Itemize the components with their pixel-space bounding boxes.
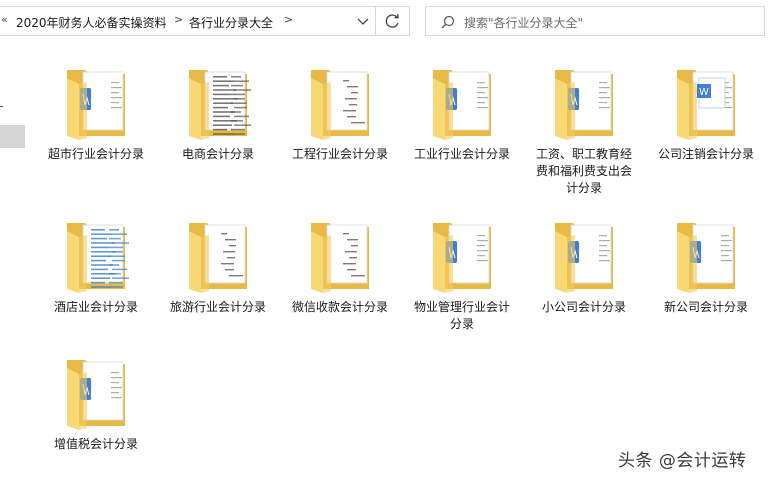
folder-label: 工程行业会计分录 [291,147,388,161]
folder-item[interactable]: 超市行业会计分录 [44,60,148,163]
folder-label: 旅游行业会计分录 [169,300,266,314]
nav-expand-marker [0,106,3,107]
folder-item[interactable]: 微信收款会计分录 [288,213,392,316]
folder-icon [425,60,499,144]
folder-icon [547,213,621,297]
folder-item[interactable]: 电商会计分录 [166,60,270,163]
folder-icon [59,60,133,144]
folder-label: 小公司会计分录 [541,300,626,314]
folder-icon [59,213,133,297]
folder-icon [181,213,255,297]
breadcrumb-separator[interactable]: > [284,13,293,26]
nav-selected-item[interactable] [0,125,25,148]
folder-label: 工业行业会计分录 [413,147,510,161]
folder-label: 微信收款会计分录 [291,300,388,314]
address-bar[interactable]: « 2020年财务人必备实操资料 > 各行业分录大全 > [0,6,410,36]
folder-icon [547,60,621,144]
folder-item[interactable]: 工业行业会计分录 [410,60,514,163]
search-input[interactable]: 搜索"各行业分录大全" [464,14,583,31]
folder-item[interactable]: 酒店业会计分录 [44,213,148,316]
folder-icon [669,213,743,297]
folder-icon: W [669,60,743,144]
folder-label: 酒店业会计分录 [53,300,138,314]
folder-item[interactable]: 新公司会计分录 [654,213,758,316]
search-box[interactable]: 搜索"各行业分录大全" [425,6,765,36]
folder-icon [425,213,499,297]
folder-icon [303,213,377,297]
top-bar: « 2020年财务人必备实操资料 > 各行业分录大全 > 搜索"各行业分录大全" [0,0,774,44]
address-dropdown-chevron-icon[interactable] [353,11,373,31]
folder-label: 公司注销会计分录 [657,147,754,161]
navigation-pane[interactable] [0,44,26,481]
folder-label: 增值税会计分录 [53,437,138,451]
refresh-button[interactable] [375,7,409,35]
folder-icon [181,60,255,144]
folder-label: 新公司会计分录 [663,300,748,314]
search-icon [440,14,456,34]
watermark: 头条 @会计运转 [618,451,747,471]
folder-label: 工资、职工教育经费和福利费支出会计分录 [535,147,632,195]
folder-item[interactable]: W 公司注销会计分录 [654,60,758,163]
breadcrumb-item-industry-entries[interactable]: 各行业分录大全 [189,14,273,31]
folder-label: 电商会计分录 [181,147,254,161]
folder-item[interactable]: 小公司会计分录 [532,213,636,316]
folder-label: 超市行业会计分录 [47,147,144,161]
refresh-icon [385,14,399,28]
svg-text:W: W [699,87,709,98]
breadcrumb-separator[interactable]: > [174,13,183,26]
folder-icon [303,60,377,144]
folder-label: 物业管理行业会计分录 [413,300,510,331]
folder-item[interactable]: 工资、职工教育经费和福利费支出会计分录 [532,60,636,197]
folder-item[interactable]: 工程行业会计分录 [288,60,392,163]
folder-icon [59,350,133,434]
folder-item[interactable]: 旅游行业会计分录 [166,213,270,316]
recent-locations-chevron[interactable]: « [1,13,8,26]
folder-item[interactable]: 物业管理行业会计分录 [410,213,514,333]
folder-item[interactable]: 增值税会计分录 [44,350,148,453]
breadcrumb-item-2020-finance-materials[interactable]: 2020年财务人必备实操资料 [16,14,167,31]
